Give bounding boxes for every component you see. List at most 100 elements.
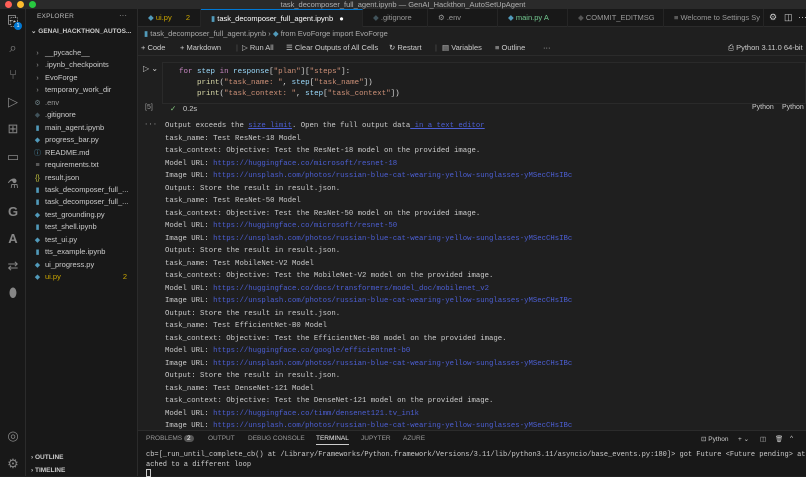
breadcrumb-file[interactable]: task_decomposer_full_agent.ipynb: [150, 29, 266, 38]
run-debug-icon[interactable]: ▷: [5, 94, 21, 110]
new-terminal-button[interactable]: + ⌄: [738, 435, 749, 443]
output-link[interactable]: https://unsplash.com/photos/russian-blue…: [213, 360, 572, 368]
split-terminal-icon[interactable]: ◫: [760, 435, 766, 443]
close-window-button[interactable]: [5, 1, 12, 8]
panel-tab-terminal[interactable]: TERMINAL: [316, 435, 349, 445]
tab-main-py[interactable]: ◆ main.py A: [498, 9, 568, 27]
file-item[interactable]: ◆ui.py2: [33, 271, 137, 283]
remote-explorer-icon[interactable]: ▭: [5, 149, 21, 165]
file-item[interactable]: ≡requirements.txt: [33, 159, 137, 171]
notice-text: . Open the full output data: [292, 122, 410, 130]
run-all-button[interactable]: ▷ Run All: [242, 40, 274, 56]
workspace-root[interactable]: ⌄ GENAI_HACKTHON_AUTOS...: [31, 27, 131, 35]
run-cell-button[interactable]: ▷ ⌄: [143, 64, 158, 73]
tab-gitignore[interactable]: ◆ .gitignore: [363, 9, 428, 27]
output-text: Model URL:: [165, 410, 213, 418]
panel-tab-azure[interactable]: AZURE: [403, 435, 425, 442]
minimize-window-button[interactable]: [17, 1, 24, 8]
output-link[interactable]: https://huggingface.co/microsoft/resnet-…: [213, 160, 397, 168]
cell-language[interactable]: Python: [752, 104, 774, 111]
output-link[interactable]: https://huggingface.co/microsoft/resnet-…: [213, 222, 397, 230]
variables-button[interactable]: ▤ Variables: [442, 40, 482, 56]
output-link[interactable]: https://unsplash.com/photos/russian-blue…: [213, 422, 572, 430]
tab-badge: A: [544, 13, 549, 22]
code-cell[interactable]: for step in response["plan"]["steps"]: p…: [162, 62, 806, 104]
open-in-text-editor-link[interactable]: in a text editor: [410, 122, 484, 130]
terminal-icon: ⊡: [701, 436, 706, 443]
output-link[interactable]: https://unsplash.com/photos/russian-blue…: [213, 235, 572, 243]
account-icon[interactable]: ◎: [5, 428, 21, 444]
settings-gear-icon[interactable]: ⚙: [769, 12, 777, 23]
extensions-icon[interactable]: ⊞: [5, 121, 21, 137]
output-link[interactable]: https://huggingface.co/timm/densenet121.…: [213, 410, 419, 418]
terminal-selector[interactable]: ⊡ Python: [701, 435, 729, 443]
source-control-icon[interactable]: ⑂: [5, 67, 21, 83]
testing-icon[interactable]: ⚗: [5, 176, 21, 192]
split-editor-icon[interactable]: ◫: [784, 12, 793, 23]
tab-welcome-settings-sync[interactable]: ≡ Welcome to Settings Sy: [664, 9, 764, 27]
chevron-right-icon: ›: [33, 73, 42, 85]
file-item[interactable]: ›__pycache__: [33, 47, 137, 59]
file-item[interactable]: ◆ui_progress.py: [33, 259, 137, 271]
kernel-label: Python 3.11.0 64-bit: [736, 43, 803, 52]
output-link[interactable]: https://unsplash.com/photos/russian-blue…: [213, 297, 572, 305]
azure-icon[interactable]: A: [5, 231, 21, 247]
file-item[interactable]: ◆test_ui.py: [33, 234, 137, 246]
outline-section[interactable]: › OUTLINE: [31, 454, 64, 461]
tab-task-decomposer[interactable]: ▮ task_decomposer_full_agent.ipynb ●: [201, 9, 363, 27]
explorer-badge: 1: [14, 22, 22, 30]
panel-tab-output[interactable]: OUTPUT: [208, 435, 235, 442]
clear-outputs-button[interactable]: ☰ Clear Outputs of All Cells: [286, 40, 378, 56]
more-actions-icon[interactable]: ···: [119, 11, 127, 20]
panel-tab-debug-console[interactable]: DEBUG CONSOLE: [248, 435, 305, 442]
file-item[interactable]: ⓘREADME.md: [33, 147, 137, 159]
explorer-icon[interactable]: ⎘1: [5, 13, 21, 29]
add-markdown-cell-button[interactable]: + Markdown: [180, 40, 221, 56]
output-link[interactable]: https://unsplash.com/photos/russian-blue…: [213, 172, 572, 180]
maximize-window-button[interactable]: [29, 1, 36, 8]
maximize-panel-icon[interactable]: ^: [790, 435, 793, 442]
breadcrumb-symbol[interactable]: from EvoForge import EvoForge: [281, 29, 388, 38]
file-item[interactable]: {}result.json: [33, 172, 137, 184]
live-share-icon[interactable]: ⇄: [5, 258, 21, 274]
search-icon[interactable]: ⌕: [5, 40, 21, 56]
file-item[interactable]: ⚙.env: [33, 97, 137, 109]
file-item[interactable]: ▮task_decomposer_full_...: [33, 184, 137, 196]
kernel-picker[interactable]: ⎙ Python 3.11.0 64-bit: [728, 40, 803, 56]
output-link[interactable]: https://huggingface.co/docs/transformers…: [213, 285, 489, 293]
chevron-right-icon: ›: [33, 85, 42, 97]
file-item[interactable]: ▮tts_example.ipynb: [33, 246, 137, 258]
output-line: task_context: Objective: Test the DenseN…: [165, 395, 493, 407]
file-item[interactable]: ◆test_grounding.py: [33, 209, 137, 221]
tab-env[interactable]: ⚙ .env: [428, 9, 498, 27]
file-item[interactable]: ▮task_decomposer_full_...: [33, 196, 137, 208]
output-link[interactable]: https://huggingface.co/google/efficientn…: [213, 347, 410, 355]
size-limit-link[interactable]: size limit: [248, 122, 292, 130]
more-actions-icon[interactable]: ···: [798, 12, 806, 22]
unsaved-dot-icon[interactable]: ●: [339, 14, 344, 23]
outline-button[interactable]: ≡ Outline: [495, 40, 525, 56]
variables-icon: ▤: [442, 43, 449, 52]
panel-tab-jupyter[interactable]: JUPYTER: [361, 435, 391, 442]
file-item[interactable]: ›EvoForge: [33, 72, 137, 84]
add-code-cell-button[interactable]: + Code: [141, 40, 165, 56]
panel-tab-problems[interactable]: PROBLEMS 2: [146, 435, 194, 442]
file-label: test_shell.ipynb: [45, 222, 97, 231]
file-item[interactable]: ›.ipynb_checkpoints: [33, 59, 137, 71]
file-item[interactable]: ◆.gitignore: [33, 109, 137, 121]
tab-ui-py[interactable]: ◆ ui.py 2: [138, 9, 201, 27]
cell-language-2[interactable]: Python: [782, 104, 804, 111]
tab-commit-editmsg[interactable]: ◆ COMMIT_EDITMSG: [568, 9, 664, 27]
file-item[interactable]: ›temporary_work_dir: [33, 84, 137, 96]
output-more-icon[interactable]: ···: [144, 121, 157, 129]
file-item[interactable]: ▮test_shell.ipynb: [33, 221, 137, 233]
restart-button[interactable]: ↻ Restart: [389, 40, 422, 56]
timeline-section[interactable]: › TIMELINE: [31, 467, 65, 474]
trash-icon[interactable]: 🗑: [775, 435, 783, 443]
more-button[interactable]: ···: [543, 40, 551, 56]
grammarly-icon[interactable]: G: [5, 204, 21, 220]
file-item[interactable]: ▮main_agent.ipynb: [33, 122, 137, 134]
leaf-icon[interactable]: ⬮: [5, 285, 21, 301]
settings-gear-icon[interactable]: ⚙: [5, 456, 21, 472]
file-item[interactable]: ◆progress_bar.py: [33, 134, 137, 146]
